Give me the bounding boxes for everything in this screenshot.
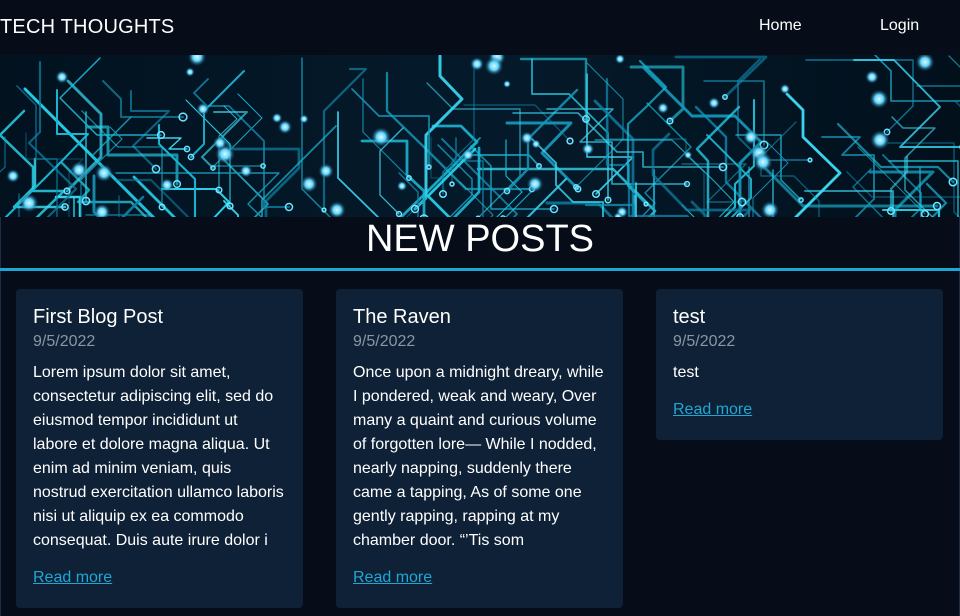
post-card: test 9/5/2022 test Read more [656, 289, 943, 440]
post-card: The Raven 9/5/2022 Once upon a midnight … [336, 289, 623, 608]
read-more-link[interactable]: Read more [673, 401, 752, 419]
post-card: First Blog Post 9/5/2022 Lorem ipsum dol… [16, 289, 303, 608]
site-brand[interactable]: TECH THOUGHTS [0, 16, 174, 38]
circuit-board-image [0, 55, 960, 217]
post-excerpt: Once upon a midnight dreary, while I pon… [353, 364, 604, 549]
read-more-link[interactable]: Read more [353, 569, 432, 587]
nav-login-link[interactable]: Login [880, 17, 919, 35]
post-excerpt: Lorem ipsum dolor sit amet, consectetur … [33, 364, 284, 549]
hero-banner-image [0, 55, 960, 217]
section-divider [0, 268, 960, 271]
post-date: 9/5/2022 [353, 333, 416, 350]
read-more-link[interactable]: Read more [33, 569, 112, 587]
post-title[interactable]: The Raven [353, 306, 606, 328]
post-date: 9/5/2022 [673, 333, 736, 350]
post-date: 9/5/2022 [33, 333, 96, 350]
nav-home-link[interactable]: Home [759, 17, 802, 35]
section-title: NEW POSTS [365, 218, 595, 260]
post-title[interactable]: First Blog Post [33, 306, 286, 328]
navbar: TECH THOUGHTS Home Login [0, 0, 960, 55]
post-excerpt: test [673, 364, 699, 381]
post-title[interactable]: test [673, 306, 926, 328]
